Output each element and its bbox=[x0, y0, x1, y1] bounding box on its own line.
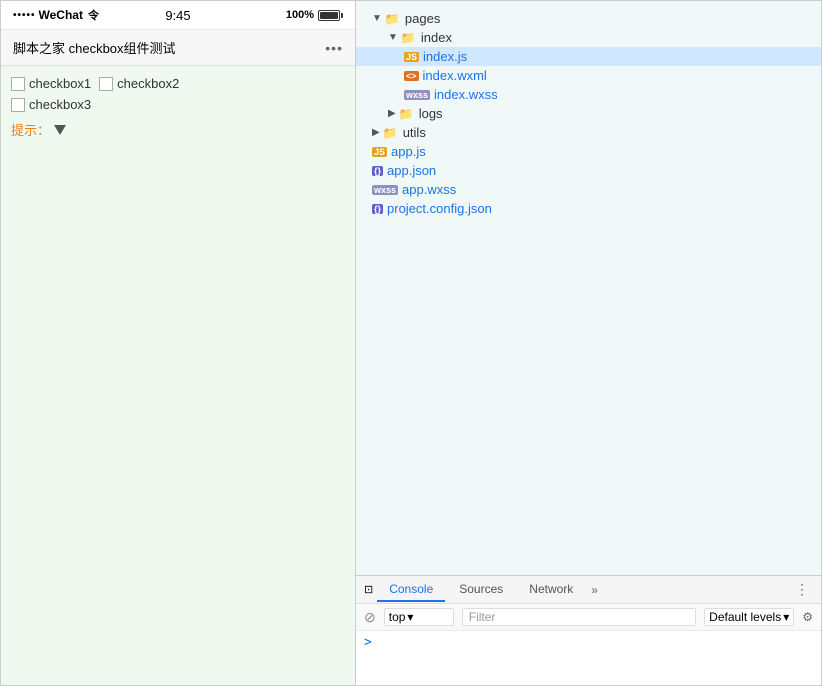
file-label-indexwxml: index.wxml bbox=[423, 68, 487, 83]
js-badge-appjs: JS bbox=[372, 147, 387, 157]
filter-input[interactable]: Filter bbox=[462, 608, 696, 626]
phone-content: checkbox1 checkbox2 checkbox3 提示： bbox=[1, 66, 355, 685]
tree-item-appwxss[interactable]: wxss app.wxss bbox=[356, 180, 821, 199]
console-menu-icon[interactable]: ⋮ bbox=[791, 581, 813, 598]
tree-item-appjson[interactable]: {} app.json bbox=[356, 161, 821, 180]
folder-icon-utils: 📁 bbox=[383, 126, 399, 140]
checkbox-row-1: checkbox1 checkbox2 bbox=[11, 76, 345, 91]
cursor-icon bbox=[54, 122, 66, 138]
ide-panel: ▼ 📁 pages ▼ 📁 index JS index.js <> index… bbox=[356, 1, 821, 685]
hint-text: 提示： bbox=[11, 120, 345, 139]
file-label-index: index bbox=[421, 30, 452, 45]
tab-network[interactable]: Network bbox=[517, 578, 585, 602]
checkbox-box-2[interactable] bbox=[99, 77, 113, 91]
tree-item-utils[interactable]: ▶ 📁 utils bbox=[356, 123, 821, 142]
status-right: 100% bbox=[233, 9, 343, 21]
wifi-icon: 令 bbox=[88, 7, 99, 23]
no-entry-icon[interactable]: ⊘ bbox=[364, 609, 376, 626]
file-label-logs: logs bbox=[419, 106, 443, 121]
json-badge-projectconfig: {} bbox=[372, 204, 383, 214]
hint-label: 提示： bbox=[11, 120, 50, 139]
signal-dots: ••••• bbox=[13, 10, 36, 21]
chevron-down-icon-index: ▼ bbox=[388, 32, 398, 43]
chevron-right-icon-logs: ▶ bbox=[388, 108, 396, 119]
file-label-utils: utils bbox=[403, 125, 426, 140]
checkbox-row-2: checkbox3 bbox=[11, 97, 345, 112]
file-label-appwxss: app.wxss bbox=[402, 182, 456, 197]
file-label-appjs: app.js bbox=[391, 144, 426, 159]
console-tab-icon: ⊡ bbox=[364, 583, 373, 596]
gear-icon[interactable]: ⚙ bbox=[802, 610, 813, 624]
console-tabs: ⊡ Console Sources Network » ⋮ bbox=[356, 576, 821, 604]
file-label-projectconfig: project.config.json bbox=[387, 201, 492, 216]
tab-sources[interactable]: Sources bbox=[447, 578, 515, 602]
checkbox-box-1[interactable] bbox=[11, 77, 25, 91]
status-bar: ••••• WeChat 令 9:45 100% bbox=[1, 1, 355, 30]
folder-icon-logs: 📁 bbox=[399, 107, 415, 121]
main-container: ••••• WeChat 令 9:45 100% 脚本之家 checkbox组件… bbox=[0, 0, 822, 686]
phone-nav-bar: 脚本之家 checkbox组件测试 ••• bbox=[1, 30, 355, 66]
tree-item-index-wxml[interactable]: <> index.wxml bbox=[356, 66, 821, 85]
battery-icon bbox=[318, 10, 343, 21]
nav-title: 脚本之家 checkbox组件测试 bbox=[13, 38, 176, 57]
js-badge-indexjs: JS bbox=[404, 52, 419, 62]
folder-icon-index: 📁 bbox=[401, 31, 417, 45]
wechat-label: WeChat bbox=[39, 8, 83, 22]
tab-console[interactable]: Console bbox=[377, 578, 445, 602]
file-label-pages: pages bbox=[405, 11, 440, 26]
tree-item-appjs[interactable]: JS app.js bbox=[356, 142, 821, 161]
file-label-appjson: app.json bbox=[387, 163, 436, 178]
level-chevron: ▾ bbox=[783, 610, 789, 624]
tree-item-index-js[interactable]: JS index.js bbox=[356, 47, 821, 66]
more-tabs-button[interactable]: » bbox=[587, 579, 602, 601]
tree-item-logs[interactable]: ▶ 📁 logs bbox=[356, 104, 821, 123]
wxss-badge-indexwxss: wxss bbox=[404, 90, 430, 100]
tree-item-pages[interactable]: ▼ 📁 pages bbox=[356, 9, 821, 28]
console-body: > bbox=[356, 631, 821, 685]
console-panel: ⊡ Console Sources Network » ⋮ ⊘ top ▾ bbox=[356, 575, 821, 685]
file-label-indexwxss: index.wxss bbox=[434, 87, 498, 102]
tree-item-index-folder[interactable]: ▼ 📁 index bbox=[356, 28, 821, 47]
filter-placeholder: Filter bbox=[469, 610, 496, 624]
checkbox-item-2[interactable]: checkbox2 bbox=[99, 76, 179, 91]
nav-more-button[interactable]: ••• bbox=[325, 40, 343, 56]
level-label: Default levels bbox=[709, 610, 781, 624]
top-selector-chevron: ▾ bbox=[407, 610, 413, 624]
checkbox-label-2: checkbox2 bbox=[117, 76, 179, 91]
file-tree: ▼ 📁 pages ▼ 📁 index JS index.js <> index… bbox=[356, 1, 821, 575]
tab-sources-label: Sources bbox=[459, 582, 503, 596]
status-left: ••••• WeChat 令 bbox=[13, 7, 123, 23]
checkbox-box-3[interactable] bbox=[11, 98, 25, 112]
battery-percent: 100% bbox=[286, 9, 314, 21]
phone-panel: ••••• WeChat 令 9:45 100% 脚本之家 checkbox组件… bbox=[1, 1, 356, 685]
time-display: 9:45 bbox=[123, 8, 233, 23]
checkbox-label-1: checkbox1 bbox=[29, 76, 91, 91]
top-selector[interactable]: top ▾ bbox=[384, 608, 454, 626]
console-toolbar: ⊘ top ▾ Filter Default levels ▾ ⚙ bbox=[356, 604, 821, 631]
checkbox-item-3[interactable]: checkbox3 bbox=[11, 97, 91, 112]
tree-item-projectconfig[interactable]: {} project.config.json bbox=[356, 199, 821, 218]
tree-item-index-wxss[interactable]: wxss index.wxss bbox=[356, 85, 821, 104]
level-selector[interactable]: Default levels ▾ bbox=[704, 608, 794, 626]
file-label-indexjs: index.js bbox=[423, 49, 467, 64]
top-option-label: top bbox=[389, 610, 406, 624]
json-badge-appjson: {} bbox=[372, 166, 383, 176]
xml-badge-indexwxml: <> bbox=[404, 71, 419, 81]
chevron-down-icon: ▼ bbox=[372, 13, 382, 24]
tab-console-label: Console bbox=[389, 582, 433, 596]
wxss-badge-appwxss: wxss bbox=[372, 185, 398, 195]
checkbox-label-3: checkbox3 bbox=[29, 97, 91, 112]
tab-network-label: Network bbox=[529, 582, 573, 596]
folder-icon-pages: 📁 bbox=[385, 12, 401, 26]
checkbox-item-1[interactable]: checkbox1 bbox=[11, 76, 91, 91]
chevron-right-icon-utils: ▶ bbox=[372, 127, 380, 138]
console-prompt[interactable]: > bbox=[364, 635, 372, 650]
